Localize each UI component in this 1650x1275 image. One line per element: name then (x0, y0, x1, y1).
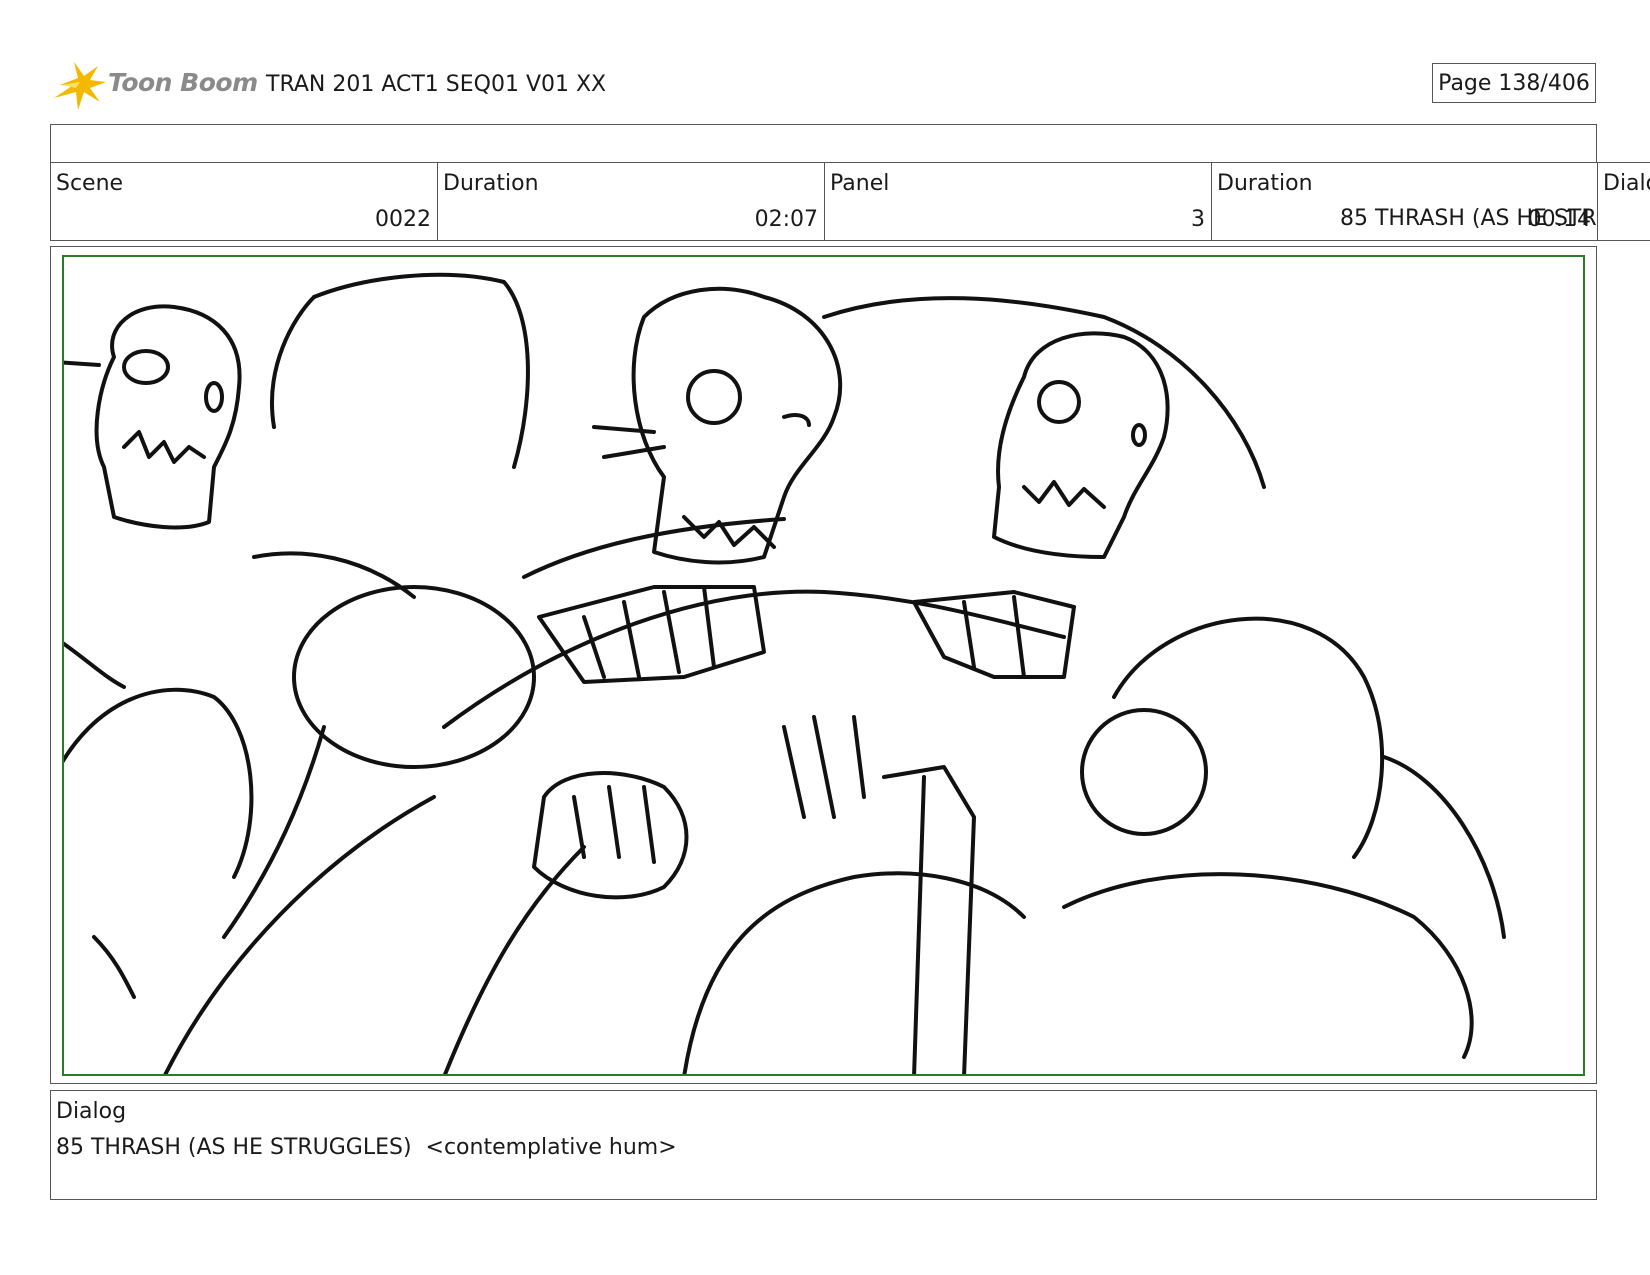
left-skull-sketch (64, 304, 242, 530)
dialog-line: 85 THRASH (AS HE STRUGGLES) <contemplati… (56, 1135, 677, 1160)
dialog-label-cut: Dialo (1603, 171, 1650, 196)
center-skull-sketch (592, 286, 843, 565)
dialog-box: Dialog 85 THRASH (AS HE STRUGGLES) <cont… (50, 1090, 1597, 1200)
scene-duration-value: 02:07 (754, 207, 818, 232)
page-counter: Page 138/406 (1432, 63, 1596, 103)
logo-wordmark: Toon Boom (108, 68, 258, 97)
scene-duration-cell: Duration 02:07 (437, 162, 825, 241)
right-skull-sketch (822, 296, 1266, 559)
scene-label: Scene (56, 171, 124, 196)
scene-info-row: Scene 0022 Duration 02:07 Panel 3 Durati… (50, 162, 1650, 241)
storyboard-sketch (64, 272, 1506, 1074)
bottom-left-sketch (64, 641, 586, 1074)
scene-value: 0022 (375, 207, 431, 232)
panel-duration-label: Duration (1217, 171, 1313, 196)
header-blank-row (50, 124, 1597, 163)
storyboard-panel (62, 255, 1585, 1076)
panel-label: Panel (830, 171, 890, 196)
panel-value: 3 (1191, 207, 1205, 232)
fists-on-bar-sketch (442, 585, 1076, 729)
bottom-right-figure-sketch (1062, 616, 1506, 1059)
toon-boom-logo: Toon Boom (52, 58, 258, 112)
bottom-center-sketch (532, 715, 1026, 1074)
panel-cell: Panel 3 (824, 162, 1212, 241)
scene-cell: Scene 0022 (50, 162, 438, 241)
dialog-label: Dialog (56, 1099, 127, 1124)
starburst-icon (54, 62, 106, 110)
scene-duration-label: Duration (443, 171, 539, 196)
dialog-cell-cut: Dialo (1597, 162, 1650, 241)
document-title: TRAN 201 ACT1 SEQ01 V01 XX (266, 72, 607, 97)
